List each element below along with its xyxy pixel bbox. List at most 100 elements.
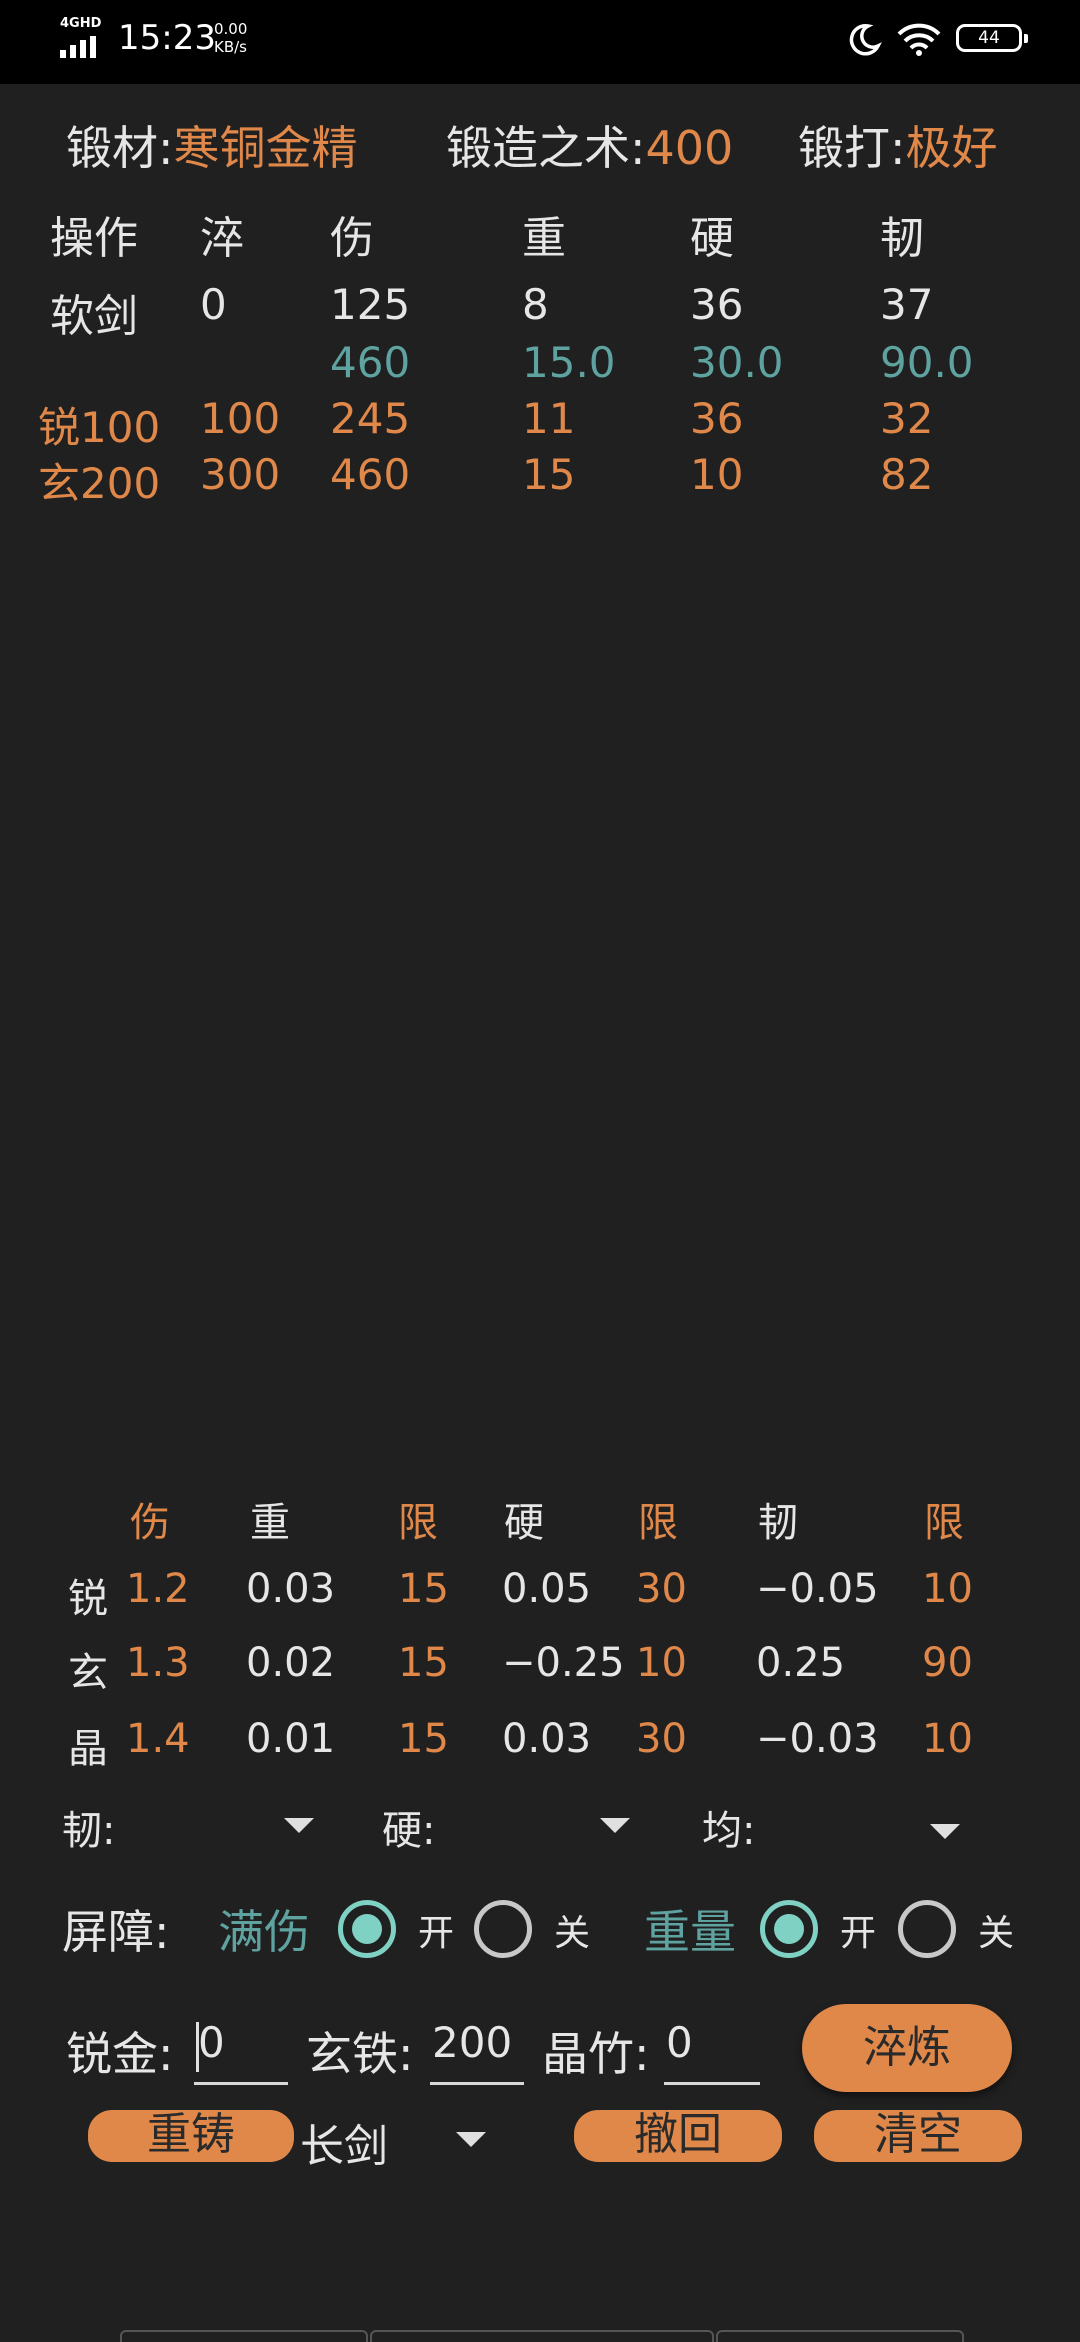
input-underline	[664, 2082, 760, 2085]
full-damage-on-radio[interactable]	[338, 1900, 396, 1958]
forge-value: 极好	[905, 121, 998, 175]
rui-input[interactable]: 0	[194, 2018, 288, 2085]
weight-off-radio[interactable]	[898, 1900, 956, 1958]
input-underline	[430, 2082, 524, 2085]
table-cell: 0	[200, 280, 227, 329]
coef-header-damage: 伤	[130, 1500, 170, 1546]
table-cell: 300	[200, 450, 281, 499]
coef-cell: 0.03	[502, 1716, 592, 1762]
balance-dropdown-label: 均:	[702, 1808, 756, 1854]
chevron-down-icon	[284, 1818, 314, 1833]
col-header-toughness: 韧	[880, 213, 924, 264]
full-damage-label: 满伤	[218, 1905, 310, 1959]
limit-cell: 15.0	[522, 338, 616, 387]
table-cell: 10	[690, 450, 744, 499]
table-cell: 460	[330, 450, 411, 499]
battery-icon: 44	[956, 24, 1028, 52]
bottom-tab[interactable]	[120, 2330, 368, 2342]
skill-info: 锻造之术:400	[446, 112, 733, 178]
xuan-input[interactable]: 200	[430, 2018, 524, 2085]
coef-cell: 90	[922, 1640, 973, 1686]
coef-cell: 0.03	[246, 1566, 336, 1612]
coef-cell: 15	[398, 1566, 449, 1612]
signal-icon: 4GHD	[58, 16, 108, 60]
xuan-input-value: 200	[432, 2018, 513, 2067]
wifi-icon	[897, 23, 941, 56]
table-cell: 36	[690, 394, 744, 443]
table-cell: 软剑	[50, 291, 138, 342]
coef-cell: 0.25	[756, 1640, 846, 1686]
coef-cell: 15	[398, 1716, 449, 1762]
table-cell: 36	[690, 280, 744, 329]
chevron-down-icon	[456, 2132, 486, 2147]
coef-header-hardness: 硬	[504, 1500, 544, 1546]
bottom-tab[interactable]	[716, 2330, 964, 2342]
table-cell: 11	[522, 394, 576, 443]
weight-on-radio[interactable]	[760, 1900, 818, 1958]
jing-input[interactable]: 0	[664, 2018, 760, 2085]
coef-cell: 0.02	[246, 1640, 336, 1686]
material-value: 寒铜金精	[173, 121, 358, 175]
full-damage-off-radio[interactable]	[474, 1900, 532, 1958]
table-cell: 82	[880, 450, 934, 499]
weight-off-label: 关	[978, 1913, 1015, 1954]
coef-header-toughness: 韧	[758, 1500, 798, 1546]
coef-cell: 0.05	[502, 1566, 592, 1612]
weapon-type-dropdown[interactable]: 长剑	[300, 2110, 500, 2172]
coef-cell: 30	[636, 1716, 687, 1762]
toughness-dropdown-label: 韧:	[62, 1808, 116, 1854]
limit-cell: 90.0	[880, 338, 974, 387]
table-cell: 245	[330, 394, 411, 443]
table-cell: 32	[880, 394, 934, 443]
full-damage-off-label: 关	[554, 1913, 591, 1954]
weapon-type-value: 长剑	[300, 2121, 388, 2172]
chevron-down-icon	[930, 1824, 960, 1839]
bottom-tab[interactable]	[370, 2330, 714, 2342]
hardness-dropdown[interactable]: 硬:	[382, 1798, 642, 1858]
col-header-weight: 重	[522, 213, 566, 264]
table-cell: 锐100	[38, 403, 161, 452]
coef-header-weight: 重	[250, 1500, 290, 1546]
coef-row-label: 晶	[68, 1726, 108, 1772]
input-underline	[194, 2082, 288, 2085]
clock: 15:23	[118, 18, 216, 58]
rui-input-value: 0	[198, 2018, 225, 2067]
table-cell: 玄200	[38, 459, 161, 508]
coef-row-label: 锐	[68, 1576, 108, 1622]
table-cell: 100	[200, 394, 281, 443]
clear-button[interactable]: 清空	[814, 2110, 1022, 2162]
coef-cell: 30	[636, 1566, 687, 1612]
coef-cell: 1.2	[126, 1566, 190, 1612]
col-header-hardness: 硬	[690, 213, 734, 264]
temper-button[interactable]: 淬炼	[802, 2004, 1012, 2092]
battery-level: 44	[978, 28, 1000, 48]
undo-button[interactable]: 撤回	[574, 2110, 782, 2162]
recast-button[interactable]: 重铸	[88, 2110, 294, 2162]
status-bar: 4GHD 15:23 0.00 KB/s 44	[0, 0, 1080, 84]
weight-label: 重量	[644, 1905, 736, 1959]
coef-cell: 1.3	[126, 1640, 190, 1686]
coef-cell: 1.4	[126, 1716, 190, 1762]
rui-label: 锐金:	[66, 2027, 174, 2081]
coef-header-limit: 限	[398, 1500, 438, 1546]
jing-label: 晶竹:	[542, 2027, 650, 2081]
coef-cell: 10	[922, 1566, 973, 1612]
table-cell: 37	[880, 280, 934, 329]
coef-header-limit: 限	[638, 1500, 678, 1546]
forge-info: 锻打:极好	[798, 112, 998, 178]
coef-cell: −0.03	[756, 1716, 879, 1762]
skill-value: 400	[645, 121, 734, 175]
balance-dropdown[interactable]: 均:	[702, 1798, 972, 1858]
col-header-operation: 操作	[50, 213, 138, 264]
col-header-temper: 淬	[200, 213, 244, 264]
full-damage-on-label: 开	[418, 1913, 455, 1954]
coef-row-label: 玄	[68, 1650, 108, 1696]
text-cursor	[196, 2022, 199, 2072]
coef-cell: −0.05	[756, 1566, 879, 1612]
coef-cell: 0.01	[246, 1716, 336, 1762]
table-cell: 125	[330, 280, 411, 329]
table-cell: 15	[522, 450, 576, 499]
barrier-label: 屏障:	[62, 1905, 170, 1959]
toughness-dropdown[interactable]: 韧:	[62, 1798, 322, 1858]
network-speed: 0.00 KB/s	[214, 20, 247, 56]
